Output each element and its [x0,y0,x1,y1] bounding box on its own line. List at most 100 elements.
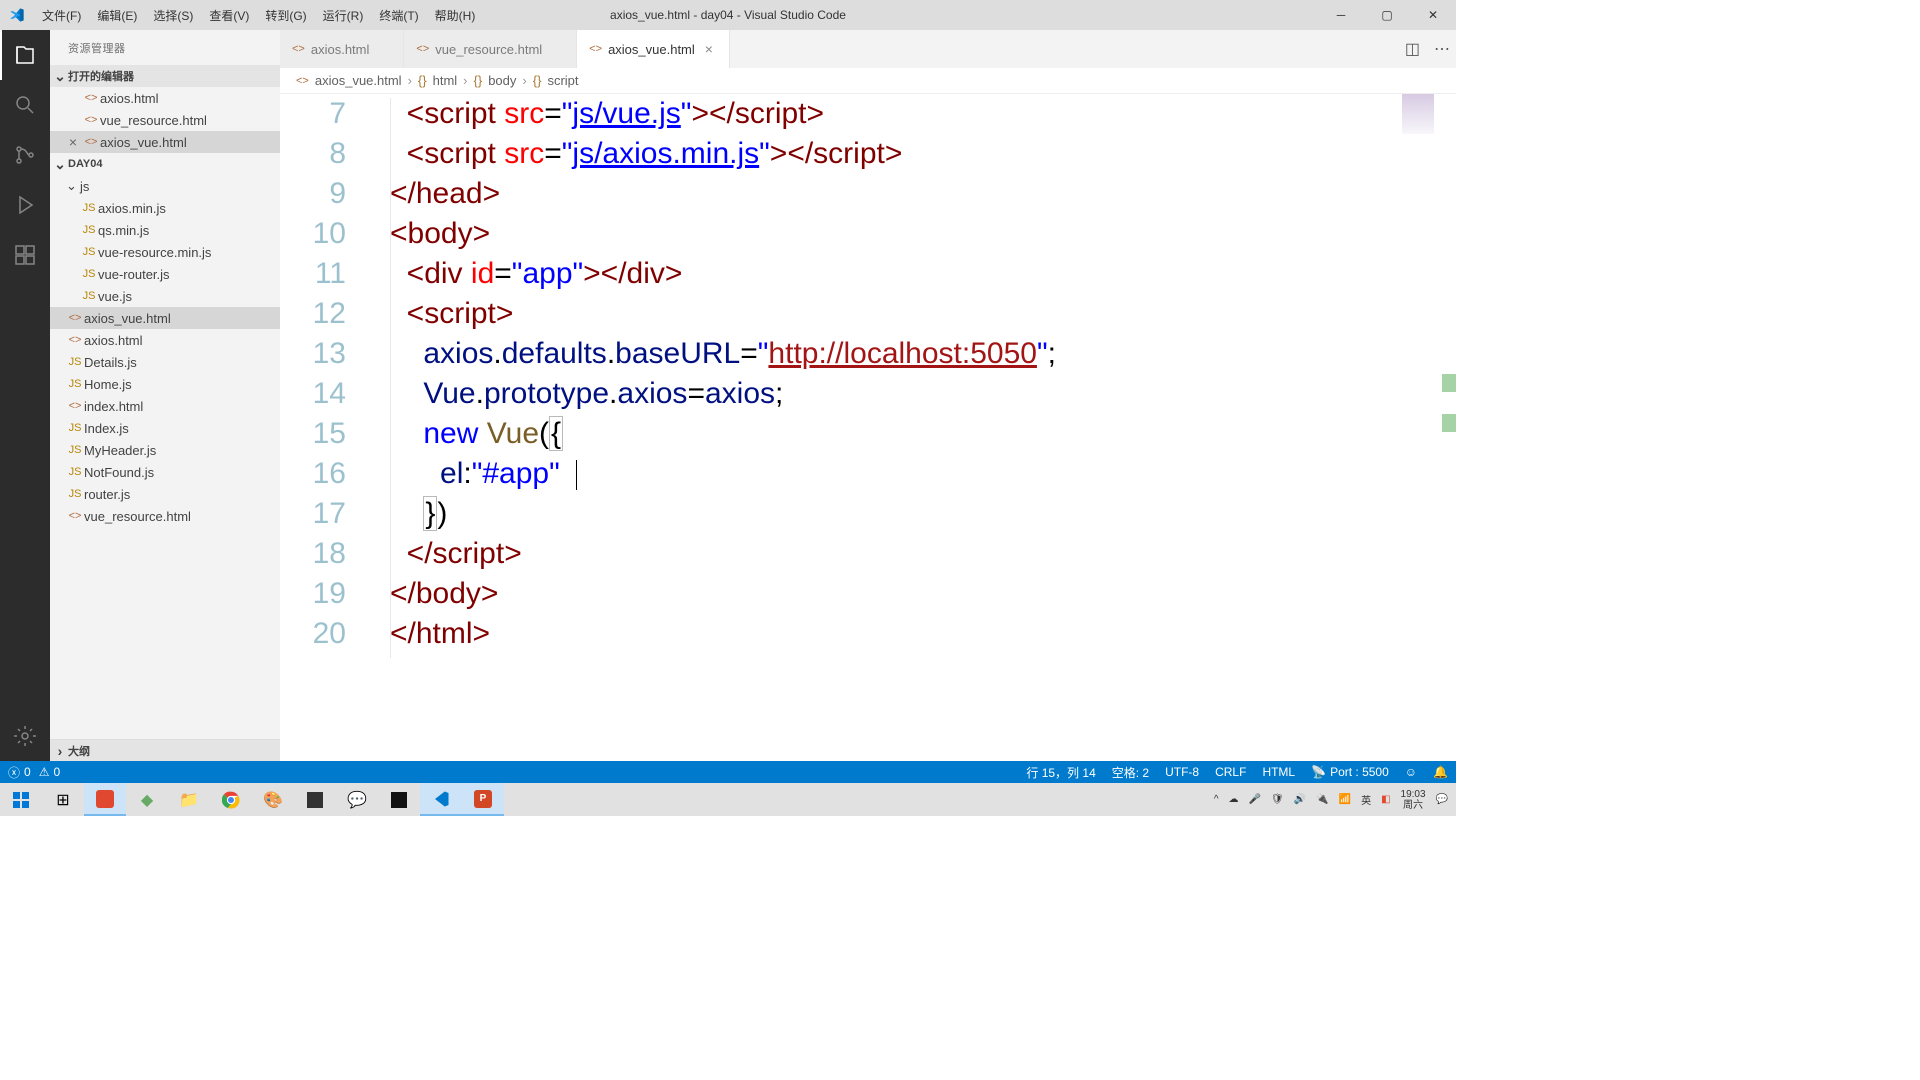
code-line[interactable]: <div id="app"></div> [390,254,1396,294]
taskbar-chrome[interactable] [210,783,252,816]
file-item[interactable]: JSaxios.min.js [50,197,280,219]
breadcrumb-item[interactable]: html [433,73,458,88]
menu-terminal[interactable]: 终端(T) [371,0,426,30]
tray-notifications-icon[interactable]: 💬 [1436,794,1448,805]
tray-network-icon[interactable]: 📶 [1339,794,1351,805]
menu-go[interactable]: 转到(G) [257,0,314,30]
close-icon[interactable]: × [701,41,717,57]
split-editor-icon[interactable]: ◫ [1405,39,1420,59]
breadcrumb-item[interactable]: body [488,73,516,88]
editor-tab[interactable]: <>vue_resource.html [404,30,577,68]
code-line[interactable]: new Vue({ [390,414,1396,454]
folder-header[interactable]: ⌄DAY04 [50,153,280,175]
editor-tab[interactable]: <>axios.html [280,30,404,68]
open-editor-item[interactable]: <>axios.html [50,87,280,109]
code-line[interactable]: <script src="js/vue.js"></script> [390,94,1396,134]
status-eol[interactable]: CRLF [1215,765,1246,779]
breadcrumb[interactable]: <> axios_vue.html › {} html › {} body › … [280,68,1456,94]
folder-js[interactable]: ⌄js [50,175,280,197]
open-editor-item[interactable]: ×<>axios_vue.html [50,131,280,153]
outline-header[interactable]: ›大纲 [50,739,280,761]
code-editor[interactable]: 7891011121314151617181920 <script src="j… [280,94,1456,761]
code-line[interactable]: <script> [390,294,1396,334]
code-line[interactable]: Vue.prototype.axios=axios; [390,374,1396,414]
code-line[interactable]: el:"#app" [390,454,1396,494]
taskbar-app[interactable] [294,783,336,816]
tray-power-icon[interactable]: 🔌 [1316,794,1328,805]
file-item[interactable]: JSHome.js [50,373,280,395]
status-encoding[interactable]: UTF-8 [1165,765,1199,779]
tray-defender-icon[interactable]: 🛡 [1271,794,1284,805]
file-item[interactable]: JSNotFound.js [50,461,280,483]
code-content[interactable]: <script src="js/vue.js"></script> <scrip… [390,94,1396,654]
maximize-button[interactable]: ▢ [1364,0,1410,30]
tray-onedrive-icon[interactable]: ☁ [1229,794,1239,805]
file-item[interactable]: <>axios.html [50,329,280,351]
file-item[interactable]: JSvue-router.js [50,263,280,285]
scroll-track[interactable] [1442,94,1456,761]
code-line[interactable]: <body> [390,214,1396,254]
tray-volume-icon[interactable]: 🔊 [1294,794,1306,805]
file-item[interactable]: JSvue-resource.min.js [50,241,280,263]
code-line[interactable]: </html> [390,614,1396,654]
activity-scm[interactable] [0,130,50,180]
file-item[interactable]: JSqs.min.js [50,219,280,241]
taskbar-powerpoint[interactable]: P [462,783,504,816]
menu-help[interactable]: 帮助(H) [427,0,484,30]
menu-file[interactable]: 文件(F) [34,0,89,30]
status-warnings[interactable]: ⚠0 [39,765,60,779]
breadcrumb-item[interactable]: script [547,73,578,88]
status-cursor[interactable]: 行 15，列 14 [1026,764,1095,781]
close-icon[interactable]: × [64,134,82,150]
file-item[interactable]: JSMyHeader.js [50,439,280,461]
minimize-button[interactable]: ─ [1318,0,1364,30]
activity-search[interactable] [0,80,50,130]
status-bell[interactable]: 🔔 [1433,765,1448,779]
menu-view[interactable]: 查看(V) [201,0,257,30]
file-item[interactable]: JSIndex.js [50,417,280,439]
file-item[interactable]: <>index.html [50,395,280,417]
tray-mic-icon[interactable]: 🎤 [1249,794,1261,805]
editor-tab[interactable]: <>axios_vue.html× [577,30,730,68]
code-line[interactable]: </body> [390,574,1396,614]
code-line[interactable]: }) [390,494,1396,534]
taskbar-terminal[interactable] [378,783,420,816]
status-spaces[interactable]: 空格: 2 [1112,764,1149,781]
open-editor-item[interactable]: <>vue_resource.html [50,109,280,131]
taskbar-app[interactable] [84,783,126,816]
breadcrumb-file[interactable]: axios_vue.html [315,73,402,88]
status-feedback[interactable]: ☺ [1405,765,1417,779]
taskbar-app[interactable]: ◆ [126,783,168,816]
code-line[interactable]: </head> [390,174,1396,214]
status-language[interactable]: HTML [1262,765,1295,779]
file-item[interactable]: <>axios_vue.html [50,307,280,329]
taskbar-app[interactable]: 🎨 [252,783,294,816]
menu-selection[interactable]: 选择(S) [145,0,201,30]
minimap[interactable] [1402,94,1434,134]
open-editors-header[interactable]: ⌄打开的编辑器 [50,65,280,87]
file-item[interactable]: <>vue_resource.html [50,505,280,527]
file-item[interactable]: JSvue.js [50,285,280,307]
status-port[interactable]: 📡Port : 5500 [1311,765,1389,779]
activity-explorer[interactable] [0,30,50,80]
taskbar-wechat[interactable]: 💬 [336,783,378,816]
taskbar-file-explorer[interactable]: 📁 [168,783,210,816]
file-item[interactable]: JSrouter.js [50,483,280,505]
menu-edit[interactable]: 编辑(E) [89,0,145,30]
taskbar-vscode[interactable] [420,783,462,816]
code-line[interactable]: axios.defaults.baseURL="http://localhost… [390,334,1396,374]
task-view-icon[interactable]: ⊞ [42,783,84,816]
tray-chevron-icon[interactable]: ^ [1214,794,1219,805]
status-errors[interactable]: ⓧ0 [8,764,31,781]
tray-clock[interactable]: 19:03 周六 [1401,789,1426,811]
start-button[interactable] [0,783,42,816]
menu-run[interactable]: 运行(R) [315,0,372,30]
activity-extensions[interactable] [0,230,50,280]
file-item[interactable]: JSDetails.js [50,351,280,373]
tray-ime-icon[interactable]: 英 [1361,792,1371,807]
code-line[interactable]: <script src="js/axios.min.js"></script> [390,134,1396,174]
close-button[interactable]: ✕ [1410,0,1456,30]
activity-debug[interactable] [0,180,50,230]
more-icon[interactable]: ⋯ [1434,39,1450,59]
activity-settings[interactable] [0,711,50,761]
